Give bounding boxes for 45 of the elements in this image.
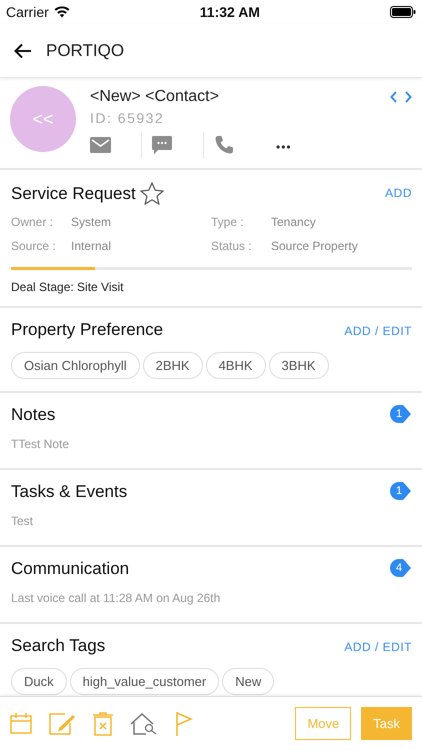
tag-chip[interactable]: Osian Chlorophyll — [11, 352, 140, 379]
tag-chip[interactable]: 4BHK — [206, 352, 266, 379]
battery-icon — [390, 6, 416, 18]
deal-stage: Deal Stage: Site Visit — [11, 280, 125, 294]
field-label: Owner : — [11, 215, 54, 229]
section-title: Communication — [11, 559, 130, 579]
field-value: System — [71, 215, 112, 229]
section-title: Property Preference — [11, 320, 164, 340]
avatar: << — [10, 86, 76, 152]
field-value: Internal — [71, 239, 112, 253]
section-title: Search Tags — [11, 636, 106, 656]
field-label: Source : — [11, 239, 57, 253]
mail-icon[interactable] — [90, 137, 111, 153]
prev-next-arrows-icon[interactable] — [390, 90, 412, 104]
back-arrow-icon[interactable] — [14, 42, 32, 58]
carrier-name: Carrier — [6, 4, 49, 20]
section-summary: TTest Note — [11, 437, 70, 451]
field-value: Tenancy — [271, 215, 317, 229]
contact-id: ID: 65932 — [90, 110, 166, 126]
calendar-icon[interactable] — [10, 713, 32, 734]
house-search-icon[interactable] — [130, 712, 158, 734]
contact-name: <New> <Contact> — [90, 88, 219, 106]
wifi-icon — [54, 6, 70, 18]
chat-icon[interactable] — [152, 136, 172, 154]
edit-icon[interactable] — [49, 712, 76, 734]
clock-time: 11:32 AM — [200, 4, 260, 20]
star-icon[interactable] — [140, 182, 164, 205]
more-button[interactable]: ••• — [276, 136, 292, 154]
tag-chip[interactable]: 3BHK — [268, 352, 329, 379]
section-summary: Last voice call at 11:28 AM on Aug 26th — [11, 591, 222, 605]
section-title: Notes — [11, 405, 56, 425]
field-label: Status : — [211, 239, 253, 253]
flag-icon[interactable] — [175, 712, 193, 736]
section-title: Service Request — [11, 184, 136, 204]
section-summary: Test — [11, 514, 34, 528]
phone-icon[interactable] — [214, 135, 234, 155]
tag-chip[interactable]: 2BHK — [142, 352, 203, 379]
trash-icon[interactable] — [93, 712, 113, 736]
field-label: Type : — [211, 215, 245, 229]
field-value: Source Property — [271, 239, 359, 253]
page-title: PORTIQO — [46, 40, 124, 60]
tag-chip[interactable]: Duck — [11, 668, 67, 695]
tag-chip[interactable]: high_value_customer — [70, 668, 220, 695]
section-title: Tasks & Events — [11, 482, 128, 502]
tag-chip[interactable]: New — [222, 668, 274, 695]
